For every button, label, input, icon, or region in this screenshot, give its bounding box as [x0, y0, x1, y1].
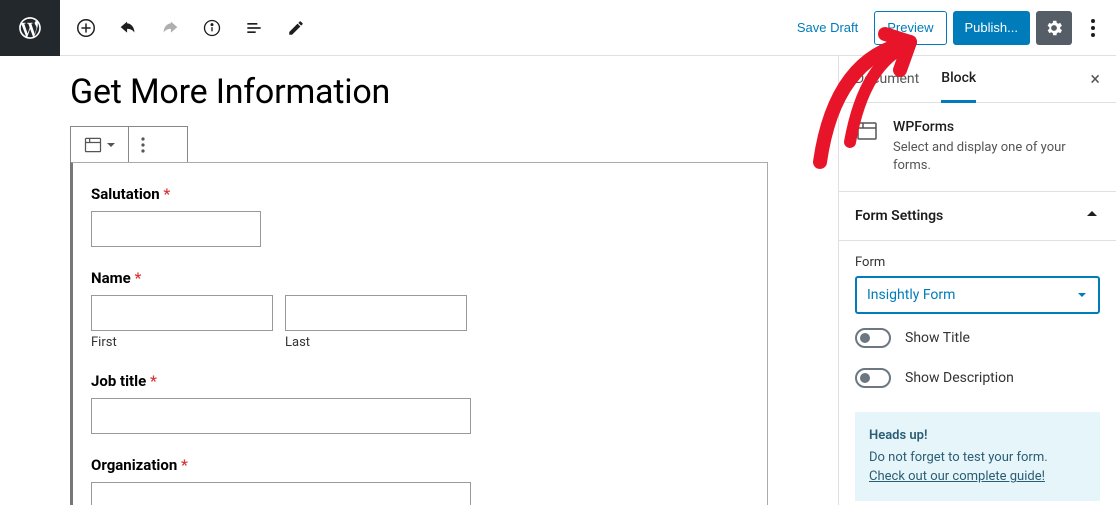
block-icon[interactable]	[71, 127, 129, 162]
editor-sidebar: Document Block × WPForms Select and disp…	[838, 56, 1116, 505]
wordpress-logo[interactable]	[0, 0, 60, 56]
jobtitle-input[interactable]	[91, 398, 471, 434]
headsup-text: Do not forget to test your form.	[869, 450, 1048, 465]
page-title[interactable]: Get More Information	[70, 72, 768, 112]
undo-icon[interactable]	[114, 14, 142, 42]
form-select-label: Form	[855, 255, 1100, 270]
sublabel-last: Last	[285, 335, 467, 350]
headsup-box: Heads up! Do not forget to test your for…	[855, 412, 1100, 501]
organization-input[interactable]	[91, 482, 471, 505]
editor-canvas: Get More Information Salutation * Name *…	[0, 56, 838, 505]
last-name-input[interactable]	[285, 295, 467, 331]
toggle-icon	[855, 328, 891, 348]
pencil-icon[interactable]	[282, 14, 310, 42]
field-jobtitle: Job title *	[91, 372, 749, 434]
field-organization: Organization *	[91, 456, 749, 505]
kebab-icon[interactable]	[1078, 11, 1108, 45]
block-description: Select and display one of your forms.	[893, 139, 1100, 175]
first-name-input[interactable]	[91, 295, 273, 331]
toggle-label: Show Description	[905, 370, 1014, 386]
toggle-show-description[interactable]: Show Description	[839, 358, 1116, 398]
redo-icon	[156, 14, 184, 42]
block-toolbar	[70, 126, 188, 162]
label-salutation: Salutation	[91, 185, 160, 203]
panel-form-settings[interactable]: Form Settings	[839, 192, 1116, 241]
block-info: WPForms Select and display one of your f…	[839, 103, 1116, 192]
field-name: Name * First Last	[91, 269, 749, 350]
preview-button[interactable]: Preview	[874, 11, 946, 45]
tab-block[interactable]: Block	[941, 56, 976, 103]
add-block-icon[interactable]	[72, 14, 100, 42]
chevron-up-icon	[1084, 206, 1100, 226]
toggle-label: Show Title	[905, 330, 970, 346]
headsup-link[interactable]: Check out our complete guide!	[869, 469, 1045, 484]
sublabel-first: First	[91, 335, 273, 350]
form-select[interactable]: Insightly Form	[855, 276, 1100, 314]
tab-document[interactable]: Document	[855, 57, 919, 101]
label-organization: Organization	[91, 456, 177, 474]
topbar-actions: Save Draft Preview Publish...	[787, 11, 1116, 45]
editor-topbar: Save Draft Preview Publish...	[0, 0, 1116, 56]
headsup-title: Heads up!	[869, 426, 1086, 446]
toggle-show-title[interactable]: Show Title	[839, 318, 1116, 358]
settings-button[interactable]	[1036, 11, 1072, 45]
field-salutation: Salutation *	[91, 185, 749, 247]
editor-tools	[60, 14, 310, 42]
sidebar-scrollbar[interactable]	[838, 56, 839, 505]
salutation-input[interactable]	[91, 211, 261, 247]
label-jobtitle: Job title	[91, 372, 146, 390]
publish-button[interactable]: Publish...	[953, 11, 1030, 45]
label-name: Name	[91, 269, 131, 287]
sidebar-tabs: Document Block ×	[839, 56, 1116, 103]
block-more-icon[interactable]	[129, 127, 157, 162]
list-view-icon[interactable]	[240, 14, 268, 42]
form-preview: Salutation * Name * First Last Job title…	[70, 162, 768, 505]
block-name: WPForms	[893, 119, 1100, 135]
form-select-value: Insightly Form	[867, 287, 955, 303]
info-icon[interactable]	[198, 14, 226, 42]
toggle-icon	[855, 368, 891, 388]
wpforms-icon	[855, 119, 879, 175]
chevron-down-icon	[1076, 289, 1088, 301]
panel-title: Form Settings	[855, 208, 943, 224]
save-draft-button[interactable]: Save Draft	[787, 11, 868, 45]
required-marker: *	[163, 185, 170, 203]
close-icon[interactable]: ×	[1090, 69, 1100, 90]
panel-body: Form Insightly Form	[839, 241, 1116, 318]
